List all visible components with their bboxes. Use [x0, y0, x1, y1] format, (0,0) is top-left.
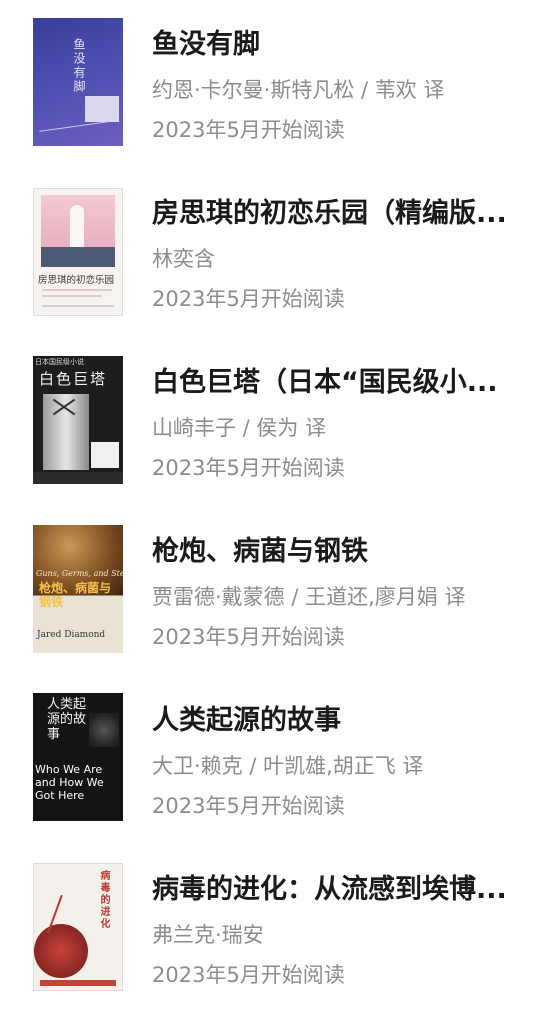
book-cover[interactable]: 鱼没有脚 [33, 18, 123, 146]
book-cover[interactable]: 人类起源的故事 Who We Are and How We Got Here [33, 693, 123, 821]
cover-title-en: Who We Are and How We Got Here [35, 763, 104, 802]
book-author: 林奕含 [152, 247, 215, 271]
cover-virus [34, 924, 88, 978]
reading-date: 2023年5月开始阅读 [152, 287, 345, 311]
book-author: 山崎丰子 / 侯为 译 [152, 416, 327, 440]
cover-title: 鱼没有脚 [72, 38, 86, 94]
cover-band [40, 980, 116, 986]
book-cover[interactable]: Guns, Germs, and Steel 枪炮、病菌与钢铁 Jared Di… [33, 525, 123, 653]
cover-title: 人类起源的故事 [47, 697, 87, 742]
cover-title: 病毒的进化 [98, 870, 109, 930]
book-list-item[interactable]: 人类起源的故事 Who We Are and How We Got Here 人… [0, 676, 547, 845]
cover-signature-line [39, 121, 109, 132]
cover-title: 白色巨塔 [39, 370, 108, 388]
cover-author: Jared Diamond [37, 630, 106, 640]
book-cover[interactable]: 病毒的进化 [33, 863, 123, 991]
book-author: 大卫·赖克 / 叶凯雄,胡正飞 译 [152, 754, 424, 778]
cover-skull [89, 713, 119, 747]
cover-label-block [85, 96, 119, 122]
book-title[interactable]: 人类起源的故事 [152, 704, 527, 738]
cover-title-en: Guns, Germs, and Steel [36, 569, 123, 578]
cover-figure [70, 205, 84, 249]
cover-footer [33, 472, 123, 484]
reading-date: 2023年5月开始阅读 [152, 118, 345, 142]
cover-tagline: 日本国民级小说 [35, 358, 84, 366]
book-title[interactable]: 白色巨塔（日本“国民级小... [152, 366, 527, 400]
book-list-item[interactable]: 鱼没有脚 鱼没有脚 约恩·卡尔曼·斯特凡松 / 苇欢 译 2023年5月开始阅读 [0, 0, 547, 169]
cover-water [41, 247, 115, 267]
book-cover[interactable]: 房思琪的初恋乐园 [33, 188, 123, 316]
reading-date: 2023年5月开始阅读 [152, 794, 345, 818]
book-author: 弗兰克·瑞安 [152, 923, 264, 947]
cover-text-line [42, 295, 102, 297]
cover-text-line [42, 305, 114, 307]
reading-date: 2023年5月开始阅读 [152, 456, 345, 480]
book-title[interactable]: 鱼没有脚 [152, 28, 527, 62]
book-list-item[interactable]: 房思琪的初恋乐园 房思琪的初恋乐园（精编版... 林奕含 2023年5月开始阅读 [0, 169, 547, 338]
book-list-item[interactable]: 病毒的进化 病毒的进化：从流感到埃博... 弗兰克·瑞安 2023年5月开始阅读 [0, 845, 547, 1014]
book-list-item[interactable]: 日本国民级小说 白色巨塔 白色巨塔（日本“国民级小... 山崎丰子 / 侯为 译… [0, 338, 547, 507]
cover-badge [91, 442, 119, 468]
cover-text-line [42, 289, 112, 291]
book-author: 贾雷德·戴蒙德 / 王道还,廖月娟 译 [152, 585, 466, 609]
book-title[interactable]: 枪炮、病菌与钢铁 [152, 535, 527, 569]
reading-date: 2023年5月开始阅读 [152, 625, 345, 649]
book-title[interactable]: 病毒的进化：从流感到埃博... [152, 873, 527, 907]
cover-title: 枪炮、病菌与钢铁 [39, 581, 112, 609]
book-author: 约恩·卡尔曼·斯特凡松 / 苇欢 译 [152, 78, 445, 102]
book-cover[interactable]: 日本国民级小说 白色巨塔 [33, 356, 123, 484]
cover-title: 房思琪的初恋乐园 [38, 275, 115, 286]
reading-date: 2023年5月开始阅读 [152, 963, 345, 987]
book-title[interactable]: 房思琪的初恋乐园（精编版... [152, 197, 527, 231]
book-list-item[interactable]: Guns, Germs, and Steel 枪炮、病菌与钢铁 Jared Di… [0, 507, 547, 676]
